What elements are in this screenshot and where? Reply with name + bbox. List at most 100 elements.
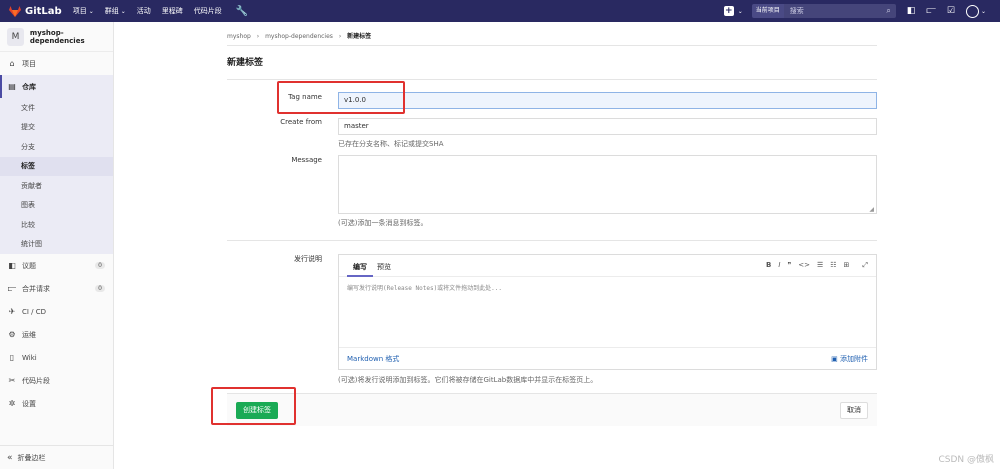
- search-scope-chip[interactable]: 当前项目: [751, 4, 784, 18]
- highlight-tag-name: [277, 81, 405, 114]
- markdown-toolbar: B I ❞ <> ☰ ☷ ⊞ ⤢: [766, 261, 868, 270]
- divider: [227, 240, 877, 241]
- sidebar-sub-commits[interactable]: 提交: [0, 117, 113, 137]
- markdown-help-link[interactable]: Markdown 格式: [347, 354, 399, 364]
- sidebar-item-settings[interactable]: ✲ 设置: [0, 392, 113, 415]
- attach-file-button[interactable]: ▣ 添加附件: [831, 354, 868, 364]
- search-input[interactable]: 搜索 ⌕: [783, 4, 896, 18]
- release-notes-editor: 编写 预览 B I ❞ <> ☰ ☷ ⊞ ⤢ 编写发行说明(Release No…: [338, 254, 877, 370]
- release-notes-label: 发行说明: [294, 255, 322, 263]
- chevron-down-icon[interactable]: ⌄: [738, 8, 743, 15]
- sidebar-sub-contributors[interactable]: 贡献者: [0, 176, 113, 196]
- cancel-button[interactable]: 取消: [840, 402, 868, 419]
- issues-icon[interactable]: ◧: [907, 6, 916, 16]
- sidebar-item-merge-requests[interactable]: ⫍ 合并请求 0: [0, 277, 113, 300]
- collapse-sidebar-button[interactable]: « 折叠边栏: [0, 445, 114, 469]
- editor-footer: Markdown 格式 ▣ 添加附件: [339, 347, 876, 369]
- create-from-help: 已存在分支名称、标记或提交SHA: [338, 140, 444, 148]
- bold-icon[interactable]: B: [766, 261, 771, 270]
- project-name: myshop-dependencies: [29, 28, 85, 45]
- code-icon[interactable]: <>: [798, 261, 810, 270]
- tanuki-icon: [9, 5, 21, 17]
- top-navbar: GitLab 项目 ⌄ 群组 ⌄ 活动 里程碑 代码片段 🔧 + ⌄ 当前项目 搜索…: [0, 0, 1000, 22]
- merge-request-icon[interactable]: ⫍: [926, 6, 936, 16]
- quote-icon[interactable]: ❞: [787, 261, 791, 270]
- fullscreen-icon[interactable]: ⤢: [862, 261, 868, 270]
- resize-handle-icon[interactable]: ◢: [869, 206, 874, 213]
- nav-projects[interactable]: 项目 ⌄: [73, 6, 94, 16]
- tag-name-input[interactable]: v1.0.0: [338, 92, 877, 109]
- sidebar-item-wiki[interactable]: ▯ Wiki: [0, 346, 113, 369]
- editor-tabs: 编写 预览 B I ❞ <> ☰ ☷ ⊞ ⤢: [339, 255, 876, 277]
- image-icon: ▣: [831, 355, 840, 363]
- message-label: Message: [291, 156, 322, 164]
- sidebar-item-project[interactable]: ⌂ 项目: [0, 52, 113, 75]
- breadcrumb-separator: ›: [256, 33, 260, 40]
- new-plus-icon[interactable]: +: [723, 6, 734, 16]
- issues-count-badge: 0: [95, 262, 105, 269]
- nav-snippets[interactable]: 代码片段: [194, 6, 222, 16]
- sidebar-item-repository[interactable]: ▤ 仓库: [0, 75, 113, 98]
- project-avatar: M: [7, 27, 24, 46]
- numbered-list-icon[interactable]: ☷: [830, 261, 836, 270]
- nav-milestones[interactable]: 里程碑: [162, 6, 183, 16]
- message-textarea[interactable]: ◢: [338, 155, 877, 214]
- watermark: CSDN @傲枫: [938, 455, 994, 465]
- divider: [227, 79, 877, 80]
- sidebar: M myshop-dependencies ⌂ 项目 ▤ 仓库 文件 提交 分支…: [0, 22, 114, 469]
- chevron-down-icon: ⌄: [88, 7, 94, 15]
- search-icon: ⌕: [886, 6, 891, 15]
- brand-name: GitLab: [25, 5, 62, 17]
- breadcrumb-separator: ›: [338, 33, 342, 40]
- active-tab-indicator: [347, 275, 373, 277]
- gitlab-logo[interactable]: GitLab: [9, 5, 62, 17]
- tab-preview[interactable]: 预览: [377, 262, 391, 272]
- sidebar-item-cicd[interactable]: ✈ CI / CD: [0, 300, 113, 323]
- nav-activity[interactable]: 活动: [137, 6, 151, 16]
- issues-icon: ◧: [8, 261, 16, 270]
- breadcrumb-group[interactable]: myshop: [227, 33, 251, 40]
- breadcrumb-project[interactable]: myshop-dependencies: [265, 33, 333, 40]
- form-actions: 创建标签 取消: [227, 393, 877, 426]
- main-content: myshop › myshop-dependencies › 新建标签 新建标签…: [114, 22, 1000, 469]
- italic-icon[interactable]: I: [778, 261, 780, 270]
- sidebar-item-issues[interactable]: ◧ 议题 0: [0, 254, 113, 277]
- breadcrumb: myshop › myshop-dependencies › 新建标签: [227, 31, 371, 40]
- sidebar-item-operations[interactable]: ⚙ 运维: [0, 323, 113, 346]
- double-chevron-left-icon: «: [7, 452, 13, 463]
- nav-groups[interactable]: 群组 ⌄: [105, 6, 126, 16]
- sidebar-item-snippets[interactable]: ✂ 代码片段: [0, 369, 113, 392]
- mr-count-badge: 0: [95, 285, 105, 292]
- merge-request-icon: ⫍: [7, 283, 17, 293]
- page-title: 新建标签: [227, 58, 264, 68]
- release-notes-help: (可选)将发行说明添加到标签。它们将被存储在GitLab数据库中并显示在标签页上…: [338, 376, 598, 384]
- chevron-down-icon[interactable]: ⌄: [981, 8, 986, 15]
- sidebar-sub-charts[interactable]: 统计图: [0, 234, 113, 254]
- sidebar-sub-tags[interactable]: 标签: [0, 156, 113, 176]
- highlight-create-button: [211, 387, 296, 425]
- chevron-down-icon: ⌄: [120, 7, 126, 15]
- create-from-dropdown[interactable]: master: [338, 118, 877, 135]
- gear-icon: ✲: [8, 399, 16, 408]
- tab-write[interactable]: 编写: [353, 262, 367, 272]
- breadcrumb-current: 新建标签: [347, 33, 372, 40]
- todo-icon[interactable]: ☑: [947, 6, 955, 16]
- release-notes-textarea[interactable]: 编写发行说明(Release Notes)或将文件拖动到此处...: [347, 283, 502, 292]
- sidebar-sub-branches[interactable]: 分支: [0, 137, 113, 157]
- sidebar-sub-files[interactable]: 文件: [0, 98, 113, 118]
- table-icon[interactable]: ⊞: [844, 261, 850, 270]
- book-icon: ▯: [9, 353, 15, 362]
- divider: [227, 45, 877, 46]
- sidebar-sub-compare[interactable]: 比较: [0, 215, 113, 235]
- admin-wrench-icon[interactable]: 🔧: [236, 6, 248, 17]
- home-icon: ⌂: [9, 59, 15, 68]
- message-help: (可选)添加一条消息到标签。: [338, 219, 428, 227]
- ops-icon: ⚙: [8, 330, 16, 339]
- sidebar-project-header[interactable]: M myshop-dependencies: [0, 22, 113, 52]
- create-from-label: Create from: [280, 118, 322, 126]
- bullet-list-icon[interactable]: ☰: [817, 261, 823, 270]
- sidebar-sub-graph[interactable]: 图表: [0, 195, 113, 215]
- user-avatar[interactable]: [965, 4, 979, 18]
- repo-icon: ▤: [8, 82, 16, 91]
- rocket-icon: ✈: [8, 307, 16, 316]
